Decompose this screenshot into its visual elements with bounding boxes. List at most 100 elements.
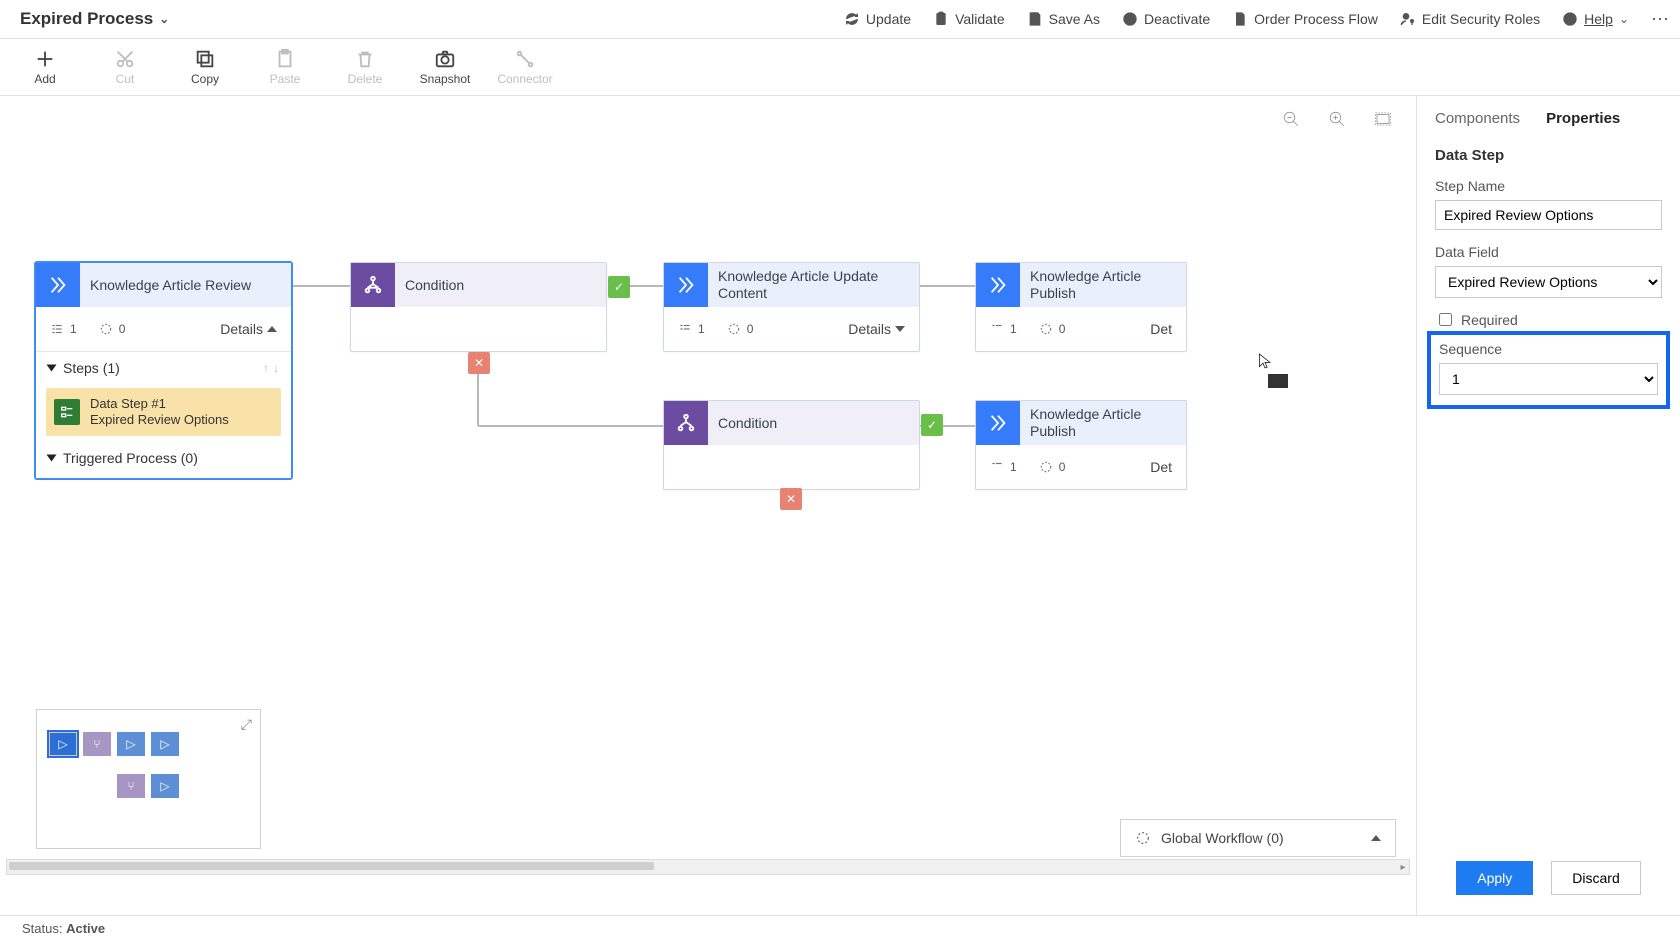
branch-yes-icon: ✓: [608, 276, 630, 298]
save-icon: [1027, 11, 1043, 27]
move-down-icon[interactable]: ↓: [273, 361, 279, 375]
add-button[interactable]: Add: [20, 48, 70, 86]
designer-canvas[interactable]: Knowledge Article Review 1 0: [0, 96, 1416, 915]
circle-dashed-icon: [1039, 460, 1053, 474]
details-toggle[interactable]: Det: [1150, 321, 1172, 337]
move-up-icon[interactable]: ↑: [263, 361, 269, 375]
global-workflow-bar[interactable]: Global Workflow (0): [1120, 819, 1396, 857]
copy-button[interactable]: Copy: [180, 48, 230, 86]
deactivate-icon: [1122, 11, 1138, 27]
help-button[interactable]: Help ⌄: [1562, 11, 1629, 27]
circle-dashed-icon: [99, 322, 113, 336]
cut-label: Cut: [116, 72, 135, 86]
condition-icon: [351, 263, 395, 307]
help-label: Help: [1584, 11, 1613, 27]
minimap-expand-icon[interactable]: ⤢: [241, 716, 252, 733]
details-toggle[interactable]: Details: [220, 321, 277, 337]
process-title[interactable]: Expired Process ⌄: [20, 9, 169, 29]
stage-update-content[interactable]: Knowledge Article Update Content 1 0 Det…: [663, 262, 920, 352]
data-field-select[interactable]: Expired Review Options: [1435, 266, 1662, 298]
details-toggle[interactable]: Det: [1150, 459, 1172, 475]
plus-icon: [34, 48, 56, 70]
stage-publish-1[interactable]: Knowledge Article Publish 1 0 Det: [975, 262, 1187, 352]
minimap-node: ▷: [151, 732, 179, 756]
help-icon: [1562, 11, 1578, 27]
stage-icon: [976, 401, 1020, 445]
minimap-node: ⑂: [83, 732, 111, 756]
update-button[interactable]: Update: [844, 11, 911, 27]
stage-icon: [976, 263, 1020, 307]
list-icon: [50, 322, 64, 336]
chevron-down-icon: [895, 326, 905, 332]
triggered-process-label: Triggered Process (0): [63, 450, 198, 466]
triangle-down-icon: [47, 365, 57, 372]
zoom-out-icon[interactable]: [1282, 110, 1300, 128]
update-label: Update: [866, 11, 911, 27]
step-name-label: Step Name: [1435, 178, 1662, 194]
stage-title: Knowledge Article Publish: [1020, 401, 1186, 445]
edit-security-label: Edit Security Roles: [1422, 11, 1540, 27]
steps-panel: Steps (1) ↑ ↓ Data Step #1 Ex: [36, 351, 291, 478]
main-area: Knowledge Article Review 1 0: [0, 96, 1680, 915]
validate-button[interactable]: Validate: [933, 11, 1005, 27]
deactivate-button[interactable]: Deactivate: [1122, 11, 1210, 27]
minimap[interactable]: ⤢ ▷ ⑂ ▷ ▷ ⑂ ▷: [36, 709, 261, 849]
snapshot-button[interactable]: Snapshot: [420, 48, 470, 86]
fit-screen-icon[interactable]: [1374, 110, 1392, 128]
delete-label: Delete: [348, 72, 383, 86]
apply-button[interactable]: Apply: [1456, 861, 1533, 895]
required-checkbox[interactable]: [1439, 313, 1452, 326]
condition-icon: [664, 401, 708, 445]
chevron-down-icon: ⌄: [1619, 12, 1629, 26]
order-flow-button[interactable]: Order Process Flow: [1232, 11, 1378, 27]
required-label: Required: [1461, 312, 1518, 328]
stage-knowledge-article-review[interactable]: Knowledge Article Review 1 0: [35, 262, 292, 479]
data-step-item[interactable]: Data Step #1 Expired Review Options: [46, 388, 281, 436]
order-flow-label: Order Process Flow: [1254, 11, 1378, 27]
copy-label: Copy: [191, 72, 219, 86]
stage-publish-2[interactable]: Knowledge Article Publish 1 0 Det: [975, 400, 1187, 490]
sequence-highlight-box: Sequence 1: [1427, 331, 1670, 409]
step-item-sub: Expired Review Options: [90, 412, 229, 428]
procs-count: 0: [99, 322, 126, 336]
top-actions: Update Validate Save As Deactivate Order…: [844, 9, 1670, 30]
stage-icon: [664, 263, 708, 307]
tab-components[interactable]: Components: [1435, 110, 1520, 127]
edit-security-button[interactable]: Edit Security Roles: [1400, 11, 1540, 27]
ribbon-toolbar: Add Cut Copy Paste Delete Snapshot Conne…: [0, 39, 1680, 96]
stage-title: Condition: [395, 263, 606, 307]
global-workflow-label: Global Workflow (0): [1161, 830, 1284, 846]
deactivate-label: Deactivate: [1144, 11, 1210, 27]
required-checkbox-row[interactable]: Required: [1435, 310, 1662, 329]
add-label: Add: [34, 72, 55, 86]
paste-icon: [274, 48, 296, 70]
scroll-thumb[interactable]: [9, 862, 654, 870]
section-title: Data Step: [1435, 147, 1662, 164]
snapshot-label: Snapshot: [420, 72, 471, 86]
process-title-text: Expired Process: [20, 9, 153, 29]
minimap-node: ▷: [117, 732, 145, 756]
stage-title: Knowledge Article Review: [80, 263, 291, 307]
list-icon: [990, 460, 1004, 474]
sequence-select[interactable]: 1: [1439, 363, 1658, 395]
steps-header: Steps (1): [63, 360, 120, 376]
details-toggle[interactable]: Details: [848, 321, 905, 337]
minimap-node: ▷: [151, 774, 179, 798]
step-item-title: Data Step #1: [90, 396, 229, 412]
zoom-in-icon[interactable]: [1328, 110, 1346, 128]
save-as-button[interactable]: Save As: [1027, 11, 1100, 27]
scroll-right-icon[interactable]: ▸: [1396, 860, 1410, 874]
horizontal-scrollbar[interactable]: ◂ ▸: [6, 859, 1410, 875]
stage-condition-1[interactable]: Condition: [350, 262, 607, 352]
stage-condition-2[interactable]: Condition: [663, 400, 920, 490]
save-as-label: Save As: [1049, 11, 1100, 27]
more-menu[interactable]: ⋯: [1651, 9, 1670, 30]
discard-button[interactable]: Discard: [1551, 861, 1640, 895]
stage-title: Knowledge Article Publish: [1020, 263, 1186, 307]
triggered-process-row[interactable]: Triggered Process (0): [36, 440, 291, 478]
step-name-input[interactable]: [1435, 200, 1662, 230]
chevron-up-icon: [267, 326, 277, 332]
tab-properties[interactable]: Properties: [1546, 110, 1620, 127]
circle-dashed-icon: [1039, 322, 1053, 336]
canvas-zoom-tools: [1282, 110, 1392, 128]
